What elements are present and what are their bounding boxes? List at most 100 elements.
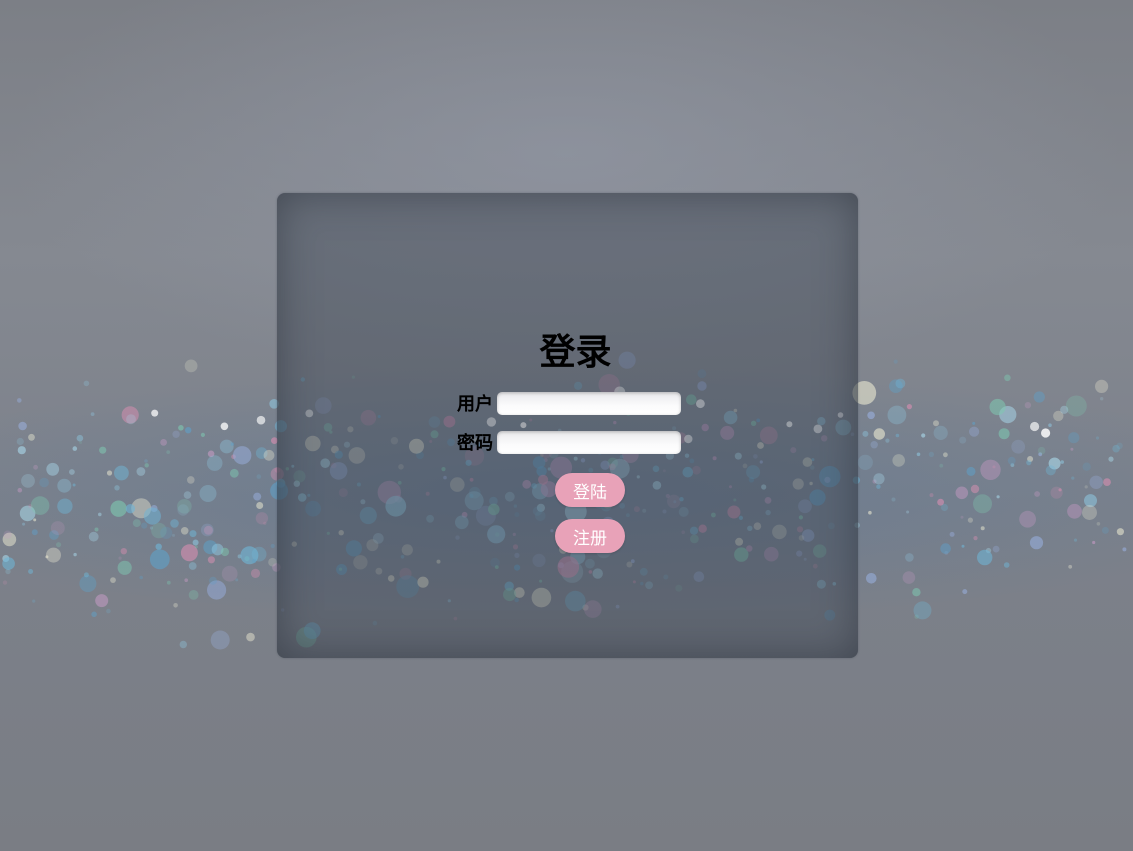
bokeh-dot [251, 546, 267, 562]
username-input[interactable] [497, 391, 681, 415]
bokeh-dot [906, 510, 910, 514]
bokeh-dot [1068, 432, 1080, 444]
bokeh-dot [960, 515, 964, 519]
bokeh-dot [989, 398, 1006, 416]
bokeh-dot [203, 540, 218, 555]
bokeh-dot [117, 560, 132, 575]
bokeh-dot [99, 446, 107, 454]
bokeh-dot [1048, 457, 1061, 470]
bokeh-dot [72, 446, 78, 451]
bokeh-dot [929, 493, 934, 498]
bokeh-dot [1037, 446, 1046, 455]
bokeh-dot [1116, 528, 1124, 536]
bokeh-dot [1034, 491, 1040, 497]
bokeh-dot [57, 478, 72, 493]
bokeh-dot [166, 450, 171, 454]
bokeh-dot [106, 608, 111, 614]
bokeh-dot [69, 469, 75, 475]
bokeh-dot [263, 521, 267, 525]
bokeh-dot [256, 474, 262, 479]
bokeh-dot [1101, 526, 1109, 534]
bokeh-dot [229, 468, 239, 478]
bokeh-dot [921, 433, 926, 438]
bokeh-dot [969, 426, 980, 437]
bokeh-dot [210, 630, 230, 650]
bokeh-dot [94, 527, 99, 532]
bokeh-dot [1084, 494, 1097, 508]
bokeh-dot [185, 427, 192, 434]
bokeh-dot [166, 580, 171, 585]
bokeh-dot [866, 573, 877, 584]
register-button[interactable]: 注册 [555, 519, 625, 553]
bokeh-dot [189, 530, 197, 538]
login-button[interactable]: 登陆 [555, 473, 625, 507]
bokeh-dot [160, 526, 173, 540]
bokeh-dot [985, 547, 992, 554]
bokeh-dot [1050, 486, 1063, 499]
bokeh-dot [1053, 410, 1064, 422]
bokeh-dot [17, 487, 23, 493]
bokeh-dot [172, 430, 180, 438]
bokeh-dot [980, 526, 985, 531]
bokeh-dot [170, 519, 179, 528]
bokeh-dot [231, 454, 236, 460]
bokeh-dot [1003, 562, 1010, 568]
bokeh-dot [220, 547, 230, 557]
bokeh-dot [867, 411, 875, 420]
bokeh-dot [18, 421, 27, 431]
password-input[interactable] [497, 430, 681, 454]
bokeh-dot [857, 454, 873, 470]
bokeh-dot [1019, 510, 1036, 528]
bokeh-dot [1060, 405, 1069, 414]
bokeh-dot [1068, 564, 1073, 569]
bokeh-dot [998, 428, 1010, 440]
bokeh-dot [1071, 476, 1075, 480]
bokeh-dot [870, 441, 878, 449]
bokeh-dot [88, 531, 99, 542]
password-label: 密码 [457, 433, 493, 454]
bokeh-dot [1082, 462, 1091, 471]
bokeh-dot [188, 590, 199, 600]
bokeh-dot [33, 464, 38, 470]
bokeh-dot [933, 425, 948, 440]
bokeh-dot [940, 543, 951, 554]
bokeh-dot [1065, 395, 1087, 417]
bokeh-highlight [256, 415, 266, 425]
bokeh-dot [19, 505, 36, 522]
bokeh-dot [889, 379, 903, 394]
bokeh-dot [207, 556, 215, 564]
bokeh-dot [126, 414, 136, 425]
bokeh-dot [151, 522, 167, 539]
bokeh-dot [177, 504, 189, 516]
bokeh-dot [131, 498, 152, 519]
bokeh-dot [973, 536, 978, 541]
bokeh-dot [905, 553, 914, 562]
bokeh-dot [180, 544, 198, 562]
bokeh-dot [180, 527, 189, 535]
bokeh-dot [255, 512, 269, 525]
bokeh-dot [1116, 442, 1123, 449]
bokeh-dot [949, 531, 955, 537]
bokeh-dot [250, 568, 261, 579]
bokeh-dot [219, 439, 234, 454]
bokeh-dot [252, 558, 257, 564]
bokeh-dot [106, 470, 113, 476]
bokeh-dot [1027, 456, 1034, 462]
bokeh-dot [200, 523, 214, 537]
bokeh-highlight [151, 409, 159, 417]
bokeh-dot [961, 544, 965, 548]
bokeh-dot [916, 452, 921, 457]
bokeh-dot [114, 485, 120, 491]
bokeh-dot [873, 473, 885, 485]
bokeh-dot [933, 420, 939, 427]
bokeh-dot [2, 555, 10, 562]
bokeh-dot [16, 437, 24, 446]
bokeh-dot [1082, 505, 1097, 520]
password-row: 密码 [453, 430, 681, 454]
bokeh-dot [1029, 536, 1044, 550]
bokeh-highlight [1041, 428, 1051, 438]
bokeh-dot [125, 504, 136, 514]
bokeh-dot [1067, 503, 1082, 519]
login-title: 登录 [539, 332, 612, 373]
bokeh-dot [1095, 379, 1109, 393]
